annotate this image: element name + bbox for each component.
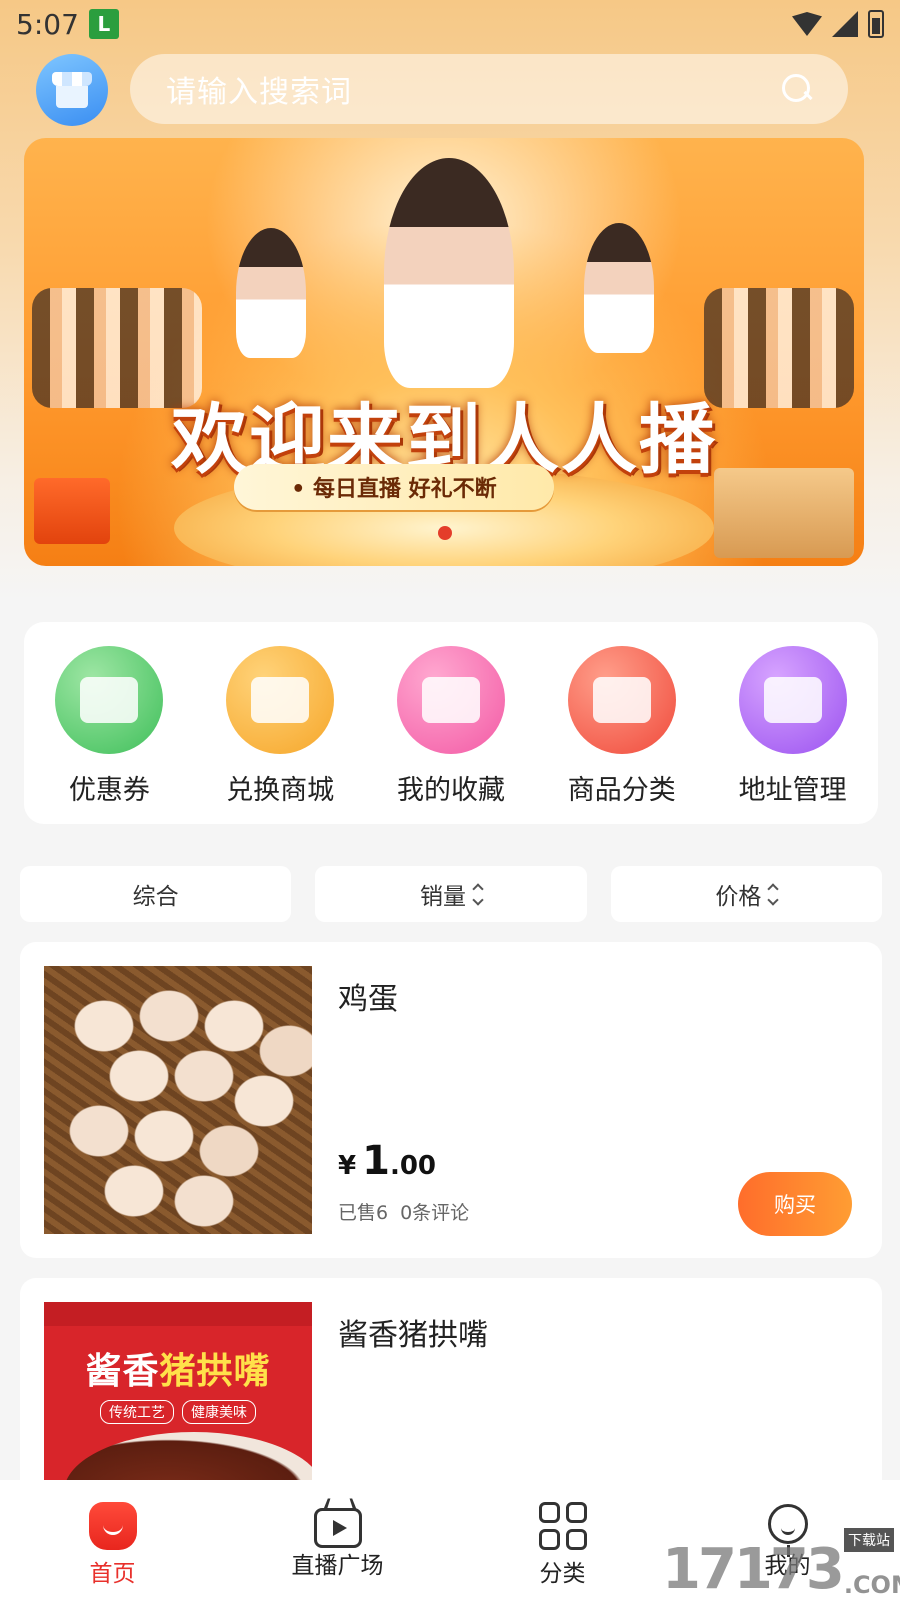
- watermark-number: 17173: [662, 1537, 845, 1600]
- search-icon[interactable]: [782, 74, 812, 104]
- product-meta: 已售6 0条评论: [338, 1198, 469, 1225]
- pork-brand-strip: [44, 1302, 312, 1326]
- watermark-suffix: .COM: [843, 1571, 900, 1599]
- signal-icon: [832, 11, 858, 37]
- search-input[interactable]: 请输入搜索词: [130, 54, 848, 124]
- nav-label: 分类: [539, 1561, 586, 1587]
- favorites-icon: [396, 646, 505, 754]
- quick-menu: 优惠券 兑换商城 我的收藏 商品分类 地址管理: [24, 622, 878, 824]
- sort-tab-label: 综合: [132, 884, 179, 910]
- quick-item-favorites[interactable]: 我的收藏: [376, 646, 526, 807]
- sold-count: 已售6: [338, 1202, 389, 1224]
- nav-live-square[interactable]: 直播广场: [253, 1502, 423, 1580]
- quick-item-label: 兑换商城: [226, 775, 335, 806]
- sort-tab-label: 销量: [419, 884, 466, 910]
- search-placeholder: 请输入搜索词: [166, 75, 352, 110]
- product-name: 鸡蛋: [338, 982, 398, 1017]
- banner-host-center: [384, 158, 514, 388]
- banner-host-right: [584, 223, 654, 353]
- battery-icon: [868, 10, 884, 38]
- product-price: ¥ 1 .00: [338, 1138, 436, 1184]
- sort-bar: 综合 销量 价格: [20, 866, 882, 922]
- sort-tab-label: 价格: [715, 884, 762, 910]
- banner-host-left: [236, 228, 306, 358]
- buy-button[interactable]: 购买: [738, 1172, 852, 1236]
- quick-item-label: 我的收藏: [396, 775, 505, 806]
- review-count: 0条评论: [400, 1202, 470, 1224]
- quick-item-label: 商品分类: [567, 775, 676, 806]
- quick-item-address[interactable]: 地址管理: [718, 646, 868, 807]
- wifi-icon: [792, 12, 822, 36]
- status-indicators: [792, 10, 884, 38]
- product-card[interactable]: 鸡蛋 ¥ 1 .00 已售6 0条评论 购买: [20, 942, 882, 1258]
- status-time: 5:07: [16, 7, 79, 41]
- pork-image-tags: 传统工艺 健康美味: [44, 1400, 312, 1424]
- nav-label: 首页: [89, 1561, 136, 1587]
- category-icon: [567, 646, 676, 754]
- status-bar: 5:07 L: [0, 0, 900, 48]
- sort-tab-sales[interactable]: 销量: [315, 866, 587, 922]
- header: 请输入搜索词: [0, 54, 900, 128]
- product-name: 酱香猪拱嘴: [338, 1318, 488, 1353]
- sort-arrows-icon: [472, 882, 484, 906]
- pork-image-title: 酱香猪拱嘴: [85, 1351, 271, 1392]
- coupon-icon: [55, 646, 164, 754]
- nav-label: 直播广场: [291, 1553, 384, 1579]
- watermark-site: 下载站: [844, 1528, 894, 1552]
- quick-item-label: 地址管理: [738, 775, 847, 806]
- home-icon: [88, 1502, 137, 1550]
- promo-banner[interactable]: 欢迎来到人人播 • 每日直播 好礼不断: [24, 138, 864, 566]
- store-logo-icon[interactable]: [36, 54, 108, 126]
- nav-home[interactable]: 首页: [28, 1502, 198, 1588]
- nav-category[interactable]: 分类: [478, 1502, 648, 1588]
- product-image[interactable]: [44, 966, 312, 1234]
- exchange-mall-icon: [226, 646, 335, 754]
- quick-item-coupon[interactable]: 优惠券: [34, 646, 184, 807]
- sort-tab-overall[interactable]: 综合: [20, 866, 292, 922]
- quick-item-category[interactable]: 商品分类: [547, 646, 697, 807]
- grid-icon: [538, 1502, 587, 1550]
- sort-arrows-icon: [767, 882, 779, 906]
- watermark: 17173 .COM 下载站: [662, 1528, 900, 1600]
- carousel-indicator-dot[interactable]: [438, 526, 452, 540]
- sort-tab-price[interactable]: 价格: [610, 866, 882, 922]
- banner-subtitle: • 每日直播 好礼不断: [234, 464, 554, 510]
- notification-app-icon: L: [88, 9, 119, 39]
- live-tv-icon: [313, 1508, 362, 1548]
- address-icon: [738, 646, 847, 754]
- quick-item-label: 优惠券: [68, 775, 150, 806]
- quick-item-exchange-mall[interactable]: 兑换商城: [205, 646, 355, 807]
